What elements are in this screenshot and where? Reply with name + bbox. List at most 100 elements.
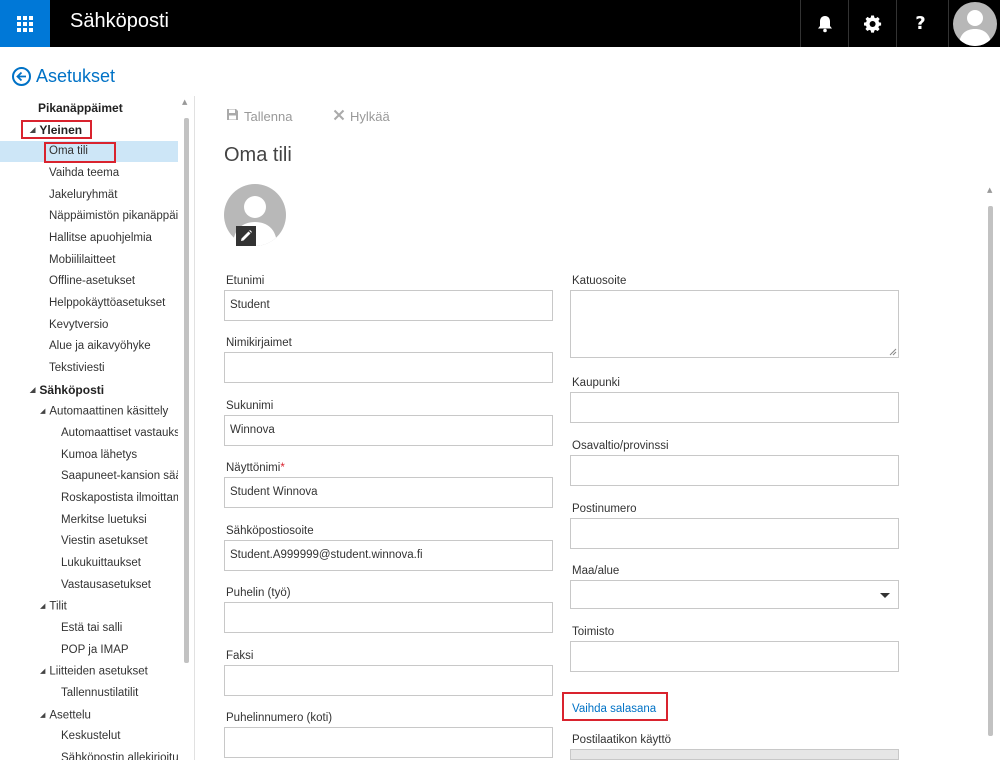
fax-label: Faksi	[226, 650, 254, 662]
expanded-icon: ◢	[40, 408, 46, 415]
city-field[interactable]	[570, 392, 899, 423]
nav-item-accounts[interactable]: ◢ Tilit	[0, 596, 178, 617]
state-field[interactable]	[570, 455, 899, 486]
save-button[interactable]: Tallenna	[226, 108, 292, 124]
fax-field[interactable]	[224, 665, 553, 696]
highlight-change-password	[562, 692, 668, 721]
first-name-field[interactable]: Student	[224, 290, 553, 321]
resize-grip-icon[interactable]	[889, 348, 897, 356]
pencil-icon	[241, 230, 252, 241]
postal-code-field[interactable]	[570, 518, 899, 549]
nav-item-change-theme[interactable]: Vaihda teema	[0, 163, 178, 184]
expanded-icon: ◢	[30, 387, 36, 395]
expanded-icon: ◢	[40, 668, 46, 675]
first-name-label: Etunimi	[226, 275, 265, 287]
work-phone-field[interactable]	[224, 602, 553, 633]
settings-back-link[interactable]: Asetukset	[12, 66, 115, 87]
main-scrollbar[interactable]: ▲	[985, 180, 995, 760]
highlight-general	[21, 120, 92, 139]
save-label: Tallenna	[244, 108, 293, 124]
page-title: Oma tili	[224, 144, 292, 166]
nav-item-accessibility[interactable]: Helppokäyttöasetukset	[0, 293, 178, 314]
country-select[interactable]	[570, 580, 899, 609]
nav-item-mobile-devices[interactable]: Mobiililaitteet	[0, 250, 178, 271]
nav-item-text-messaging[interactable]: Tekstiviesti	[0, 358, 178, 379]
expanded-icon: ◢	[40, 712, 46, 719]
nav-item-region-timezone[interactable]: Alue ja aikavyöhyke	[0, 336, 178, 357]
nav-item-distribution-groups[interactable]: Jakeluryhmät	[0, 185, 178, 206]
app-launcher-button[interactable]	[0, 0, 50, 47]
nav-item-keyboard-settings[interactable]: Näppäimistön pikanäppäimet	[0, 206, 178, 227]
city-label: Kaupunki	[572, 377, 620, 389]
nav-item-manage-addins[interactable]: Hallitse apuohjelmia	[0, 228, 178, 249]
nav-item-read-receipts[interactable]: Lukukuittaukset	[0, 553, 178, 574]
required-mark: *	[280, 462, 285, 474]
back-arrow-icon	[12, 67, 31, 86]
nav-item-reply-settings[interactable]: Vastausasetukset	[0, 575, 178, 596]
nav-item-email-signature[interactable]: Sähköpostin allekirjoitus	[0, 748, 178, 760]
initials-label: Nimikirjaimet	[226, 337, 292, 349]
last-name-label: Sukunimi	[226, 400, 274, 412]
mailbox-usage-label: Postilaatikon käyttö	[572, 734, 672, 746]
work-phone-label: Puhelin (työ)	[226, 587, 291, 599]
nav-item-attachment-options[interactable]: ◢ Liitteiden asetukset	[0, 661, 178, 682]
display-name-label: Näyttönimi*	[226, 462, 285, 474]
scroll-up-icon[interactable]: ▲	[182, 98, 187, 106]
nav-item-message-options[interactable]: Viestin asetukset	[0, 531, 178, 552]
nav-item-junk-reporting[interactable]: Roskapostista ilmoittaminen	[0, 488, 178, 509]
app-launcher-icon	[17, 15, 33, 32]
nav-item-offline-settings[interactable]: Offline-asetukset	[0, 271, 178, 292]
help-icon: ?	[915, 13, 926, 34]
expanded-icon: ◢	[40, 603, 46, 610]
user-avatar-icon	[952, 1, 997, 46]
email-label: Sähköpostiosoite	[226, 525, 314, 537]
display-name-field[interactable]: Student Winnova	[224, 477, 553, 508]
nav-scrollbar[interactable]: ▲	[182, 98, 190, 760]
nav-item-storage-accounts[interactable]: Tallennustilatilit	[0, 683, 178, 704]
nav-scrollbar-thumb[interactable]	[184, 118, 189, 663]
settings-title: Asetukset	[36, 66, 116, 86]
state-label: Osavaltio/provinssi	[572, 440, 669, 452]
top-bar: Sähköposti ?	[0, 0, 1000, 47]
nav-item-light-version[interactable]: Kevytversio	[0, 315, 178, 336]
settings-button[interactable]	[848, 0, 896, 47]
gear-icon	[863, 14, 881, 33]
nav-item-automatic-processing[interactable]: ◢ Automaattinen käsittely	[0, 401, 178, 422]
discard-label: Hylkää	[350, 108, 390, 124]
country-label: Maa/alue	[572, 565, 620, 577]
nav-item-mark-as-read[interactable]: Merkitse luetuksi	[0, 510, 178, 531]
highlight-my-account	[44, 142, 116, 163]
office-label: Toimisto	[572, 626, 615, 638]
nav-item-layout[interactable]: ◢ Asettelu	[0, 705, 178, 726]
home-phone-label: Puhelinnumero (koti)	[226, 712, 333, 724]
street-label: Katuosoite	[572, 275, 627, 287]
nav-item-pop-imap[interactable]: POP ja IMAP	[0, 640, 178, 661]
nav-item-automatic-replies[interactable]: Automaattiset vastaukset	[0, 423, 178, 444]
pane-divider	[194, 96, 195, 760]
nav-item-inbox-rules[interactable]: Saapuneet-kansion säännöt	[0, 466, 178, 487]
last-name-field[interactable]: Winnova	[224, 415, 553, 446]
settings-nav: Pikanäppäimet ◢ Yleinen Oma tili Vaihda t…	[0, 96, 178, 760]
app-title[interactable]: Sähköposti	[70, 10, 169, 33]
discard-button[interactable]: Hylkää	[333, 108, 390, 124]
mailbox-usage-bar	[570, 749, 899, 760]
chevron-down-icon	[880, 593, 890, 598]
street-field[interactable]	[570, 290, 899, 358]
nav-item-conversations[interactable]: Keskustelut	[0, 726, 178, 747]
nav-item-undo-send[interactable]: Kumoa lähetys	[0, 445, 178, 466]
office-field[interactable]	[570, 641, 899, 672]
email-field[interactable]: Student.A999999@student.winnova.fi	[224, 540, 553, 571]
user-avatar-button[interactable]	[948, 0, 1000, 47]
nav-item-mail[interactable]: ◢ Sähköposti	[0, 380, 178, 401]
close-icon	[333, 108, 345, 124]
help-button[interactable]: ?	[896, 0, 944, 47]
save-icon	[226, 108, 239, 124]
scroll-up-icon[interactable]: ▲	[987, 186, 992, 194]
home-phone-field[interactable]	[224, 727, 553, 758]
notifications-button[interactable]	[800, 0, 848, 47]
initials-field[interactable]	[224, 352, 553, 383]
main-scrollbar-thumb[interactable]	[988, 206, 993, 736]
edit-photo-button[interactable]	[236, 226, 256, 246]
nav-item-keyboard-shortcuts[interactable]: Pikanäppäimet	[0, 98, 178, 119]
nav-item-block-or-allow[interactable]: Estä tai salli	[0, 618, 178, 639]
